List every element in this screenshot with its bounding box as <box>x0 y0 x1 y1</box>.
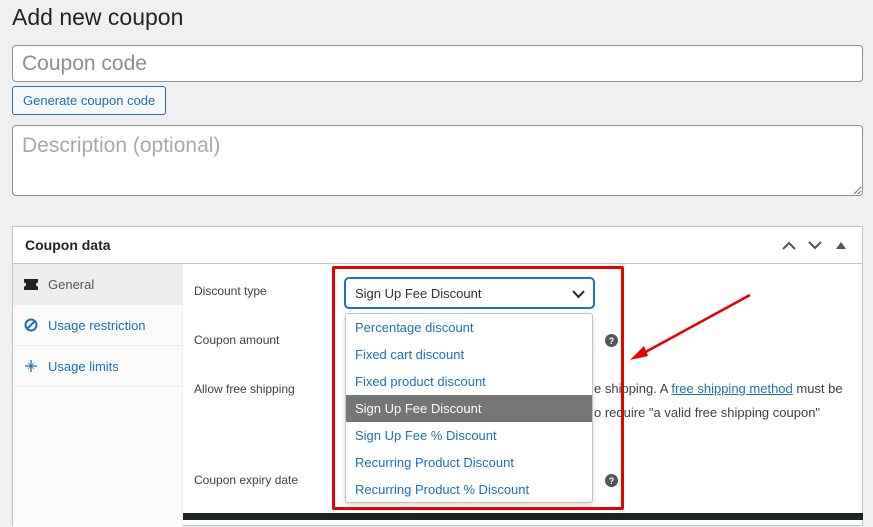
generate-coupon-code-button[interactable]: Generate coupon code <box>12 86 167 115</box>
coupon-amount-label: Coupon amount <box>194 333 280 347</box>
chevron-up-icon[interactable] <box>780 236 798 254</box>
discount-type-label: Discount type <box>194 284 267 298</box>
bottom-bar <box>183 513 863 520</box>
tab-label: Usage limits <box>48 358 119 374</box>
free-shipping-description-line2: o require "a valid free shipping coupon" <box>594 405 821 420</box>
ban-icon <box>23 317 39 333</box>
annotation-highlight-box <box>332 266 624 510</box>
coupon-tabs: General Usage restriction Usage limits <box>13 264 183 527</box>
panel-title: Coupon data <box>25 237 111 253</box>
coupon-code-input[interactable] <box>12 45 863 82</box>
free-shipping-description: e shipping. A free shipping method must … <box>594 381 843 396</box>
tab-label: Usage restriction <box>48 317 146 333</box>
chevron-down-icon[interactable] <box>806 236 824 254</box>
plus-sparkle-icon <box>23 358 39 374</box>
tab-general[interactable]: General <box>13 264 182 305</box>
free-shipping-text-post: must be <box>792 381 843 396</box>
page-title: Add new coupon <box>12 4 184 30</box>
panel-controls <box>780 236 850 254</box>
coupon-expiry-date-label: Coupon expiry date <box>194 473 299 487</box>
tab-usage-limits[interactable]: Usage limits <box>13 346 182 387</box>
annotation-arrow <box>630 293 751 360</box>
description-field[interactable] <box>12 125 863 196</box>
ticket-icon <box>23 276 39 292</box>
tab-usage-restriction[interactable]: Usage restriction <box>13 305 182 346</box>
tab-label: General <box>48 276 95 292</box>
triangle-up-icon[interactable] <box>832 236 850 254</box>
free-shipping-method-link[interactable]: free shipping method <box>671 381 792 396</box>
allow-free-shipping-label: Allow free shipping <box>194 382 295 396</box>
panel-header: Coupon data <box>13 227 862 264</box>
